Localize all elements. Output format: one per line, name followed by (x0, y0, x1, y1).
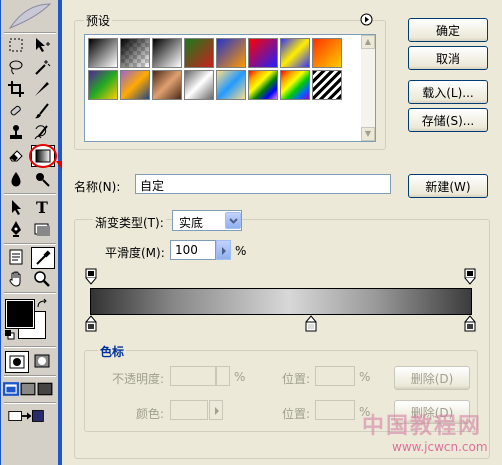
color-label: 颜色: (136, 407, 165, 421)
preset-swatch[interactable] (184, 38, 214, 68)
preset-swatch[interactable] (216, 70, 246, 100)
ok-button[interactable]: 确定 (408, 18, 488, 42)
watermark-text: 中国教程网 (362, 414, 483, 439)
opacity-position-unit: % (359, 370, 371, 384)
opacity-field[interactable] (170, 366, 216, 386)
color-position-field[interactable] (315, 400, 355, 420)
preset-swatch[interactable] (120, 70, 150, 100)
preset-swatch[interactable] (152, 38, 182, 68)
color-stop-middle[interactable] (305, 314, 317, 332)
preset-swatch[interactable] (280, 70, 310, 100)
preset-swatch[interactable] (312, 70, 342, 100)
opacity-stop-right[interactable] (464, 268, 476, 286)
gradient-type-value: 实底 (179, 216, 204, 230)
scroll-up-icon[interactable]: ▲ (361, 35, 375, 49)
name-field[interactable]: 自定 (135, 174, 391, 194)
new-button[interactable]: 新建(W) (408, 174, 488, 198)
opacity-label: 不透明度: (112, 372, 165, 386)
color-swatch-field[interactable] (170, 400, 208, 420)
cancel-button[interactable]: 取消 (408, 46, 488, 70)
save-button[interactable]: 存储(S)... (408, 108, 488, 132)
load-button[interactable]: 载入(L)... (408, 80, 488, 104)
preset-swatch[interactable] (248, 70, 278, 100)
name-label: 名称(N): (74, 180, 121, 194)
watermark-url: www.jcwcn.com (392, 440, 488, 454)
chevron-down-icon[interactable] (225, 212, 241, 229)
gradient-editor-dialog: 预设 ▲ ▼ 确定 取消 载入(L)... 存储(S)... 名称(N): 自定… (62, 0, 502, 465)
preset-swatch[interactable] (184, 70, 214, 100)
color-position-label: 位置: (282, 407, 311, 421)
presets-menu-icon[interactable] (360, 13, 373, 26)
opacity-position-field[interactable] (315, 366, 355, 386)
preset-swatch[interactable] (248, 38, 278, 68)
gradient-type-select[interactable]: 实底 (172, 210, 242, 231)
preset-swatch[interactable] (88, 38, 118, 68)
preset-swatch[interactable] (120, 38, 150, 68)
presets-scrollbar[interactable]: ▲ ▼ (361, 35, 375, 141)
gradient-type-label: 渐变类型(T): (93, 214, 166, 231)
opacity-unit: % (234, 370, 246, 384)
preset-swatch[interactable] (152, 70, 182, 100)
color-menu-button[interactable] (209, 400, 223, 420)
presets-label: 预设 (84, 12, 113, 29)
smoothness-field[interactable]: 100 (170, 240, 216, 260)
presets-list[interactable]: ▲ ▼ (84, 34, 376, 142)
scroll-down-icon[interactable]: ▼ (361, 127, 375, 141)
preset-swatch[interactable] (216, 38, 246, 68)
delete-opacity-stop-button[interactable]: 删除(D) (394, 366, 470, 390)
color-stop-right[interactable] (464, 314, 476, 332)
smoothness-unit: % (235, 244, 247, 258)
color-stop-left[interactable] (85, 314, 97, 332)
toolbox-border (0, 0, 62, 465)
gradient-preview-bar[interactable] (90, 288, 472, 315)
opacity-position-label: 位置: (282, 372, 311, 386)
color-stops-label: 色标 (98, 343, 127, 360)
smoothness-label: 平滑度(M): (105, 246, 165, 260)
preset-swatch[interactable] (88, 70, 118, 100)
smoothness-slider-button[interactable] (216, 240, 231, 260)
opacity-stop-left[interactable] (85, 268, 97, 286)
opacity-slider-button[interactable] (216, 366, 230, 386)
preset-swatch[interactable] (280, 38, 310, 68)
preset-swatch[interactable] (312, 38, 342, 68)
